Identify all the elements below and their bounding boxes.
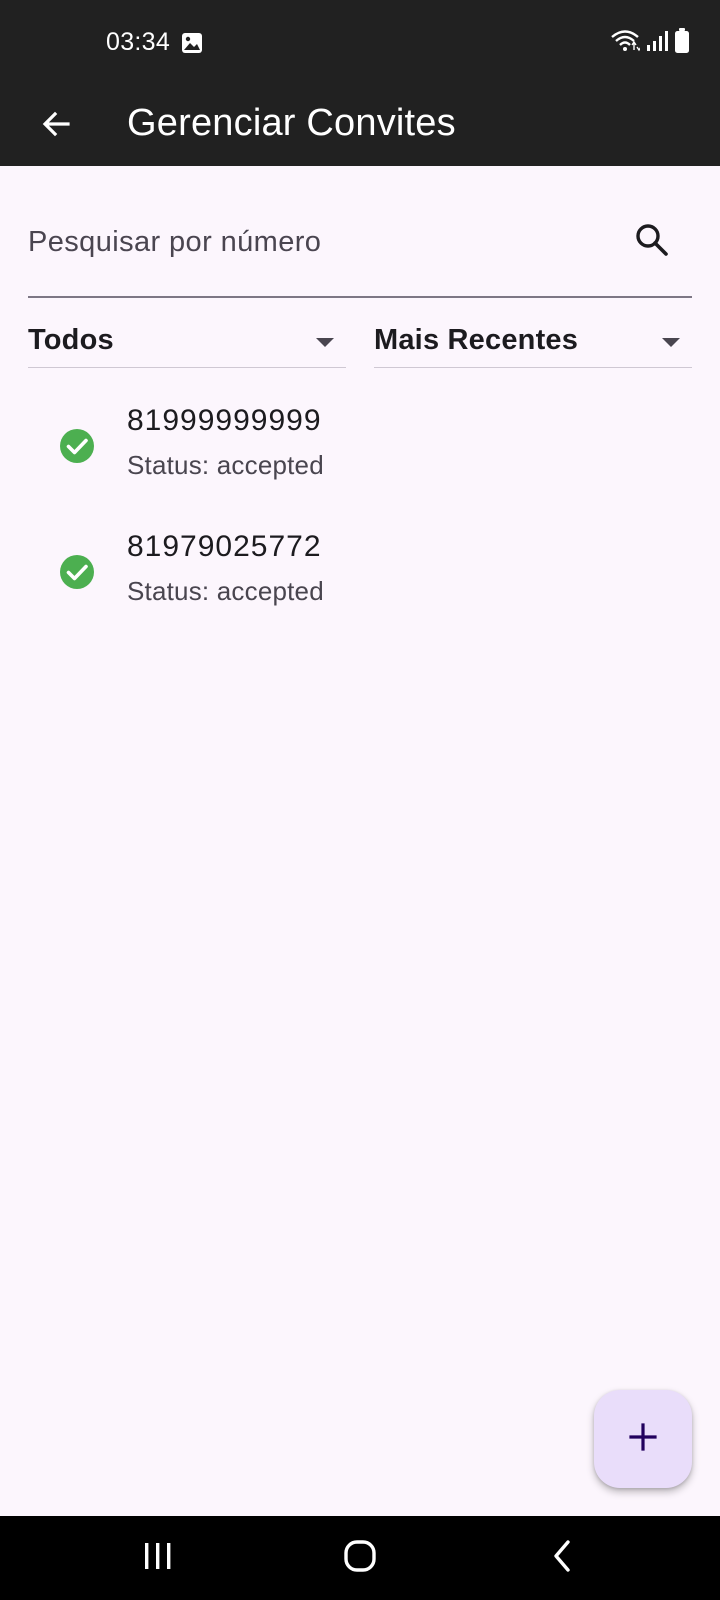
invite-status: Status: accepted <box>127 576 324 606</box>
signal-icon <box>646 30 668 57</box>
status-time: 03:34 <box>106 28 171 56</box>
search-field <box>28 206 692 298</box>
list-item[interactable]: 81999999999 Status: accepted <box>0 384 720 510</box>
home-button[interactable] <box>330 1536 390 1580</box>
invite-list: 81999999999 Status: accepted 81979025772… <box>0 384 720 636</box>
invite-number: 81999999999 <box>127 404 322 437</box>
status-filter-value: Todos <box>28 324 114 356</box>
recents-button[interactable] <box>128 1536 188 1580</box>
image-icon <box>181 32 203 54</box>
screen: 03:34 Gerenciar Convites Pesquisar por n… <box>0 0 720 1600</box>
status-bar: 03:34 <box>0 0 720 86</box>
nav-back-button[interactable] <box>532 1536 592 1580</box>
page-title: Gerenciar Convites <box>127 102 456 144</box>
battery-icon <box>674 28 690 59</box>
sort-order-dropdown[interactable]: Mais Recentes <box>374 318 692 368</box>
status-filter-dropdown[interactable]: Todos <box>28 318 346 368</box>
invite-number: 81979025772 <box>127 530 322 563</box>
arrow-back-icon <box>40 108 72 145</box>
search-icon[interactable] <box>632 220 672 260</box>
search-input[interactable] <box>28 220 608 264</box>
recents-icon <box>142 1541 174 1576</box>
add-invite-button[interactable] <box>594 1390 692 1488</box>
plus-icon <box>628 1422 658 1457</box>
dropdown-arrow-icon <box>662 338 680 347</box>
check-circle-icon <box>59 428 95 464</box>
back-button[interactable] <box>28 98 84 154</box>
app-bar: Gerenciar Convites <box>0 86 720 166</box>
system-nav-bar <box>0 1516 720 1600</box>
home-icon <box>343 1539 377 1578</box>
list-item[interactable]: 81979025772 Status: accepted <box>0 510 720 636</box>
back-icon <box>550 1539 574 1578</box>
wifi-icon <box>610 29 642 58</box>
status-icons <box>610 28 690 59</box>
check-circle-icon <box>59 554 95 590</box>
sort-order-value: Mais Recentes <box>374 324 579 356</box>
invite-status: Status: accepted <box>127 450 324 480</box>
dropdown-arrow-icon <box>316 338 334 347</box>
